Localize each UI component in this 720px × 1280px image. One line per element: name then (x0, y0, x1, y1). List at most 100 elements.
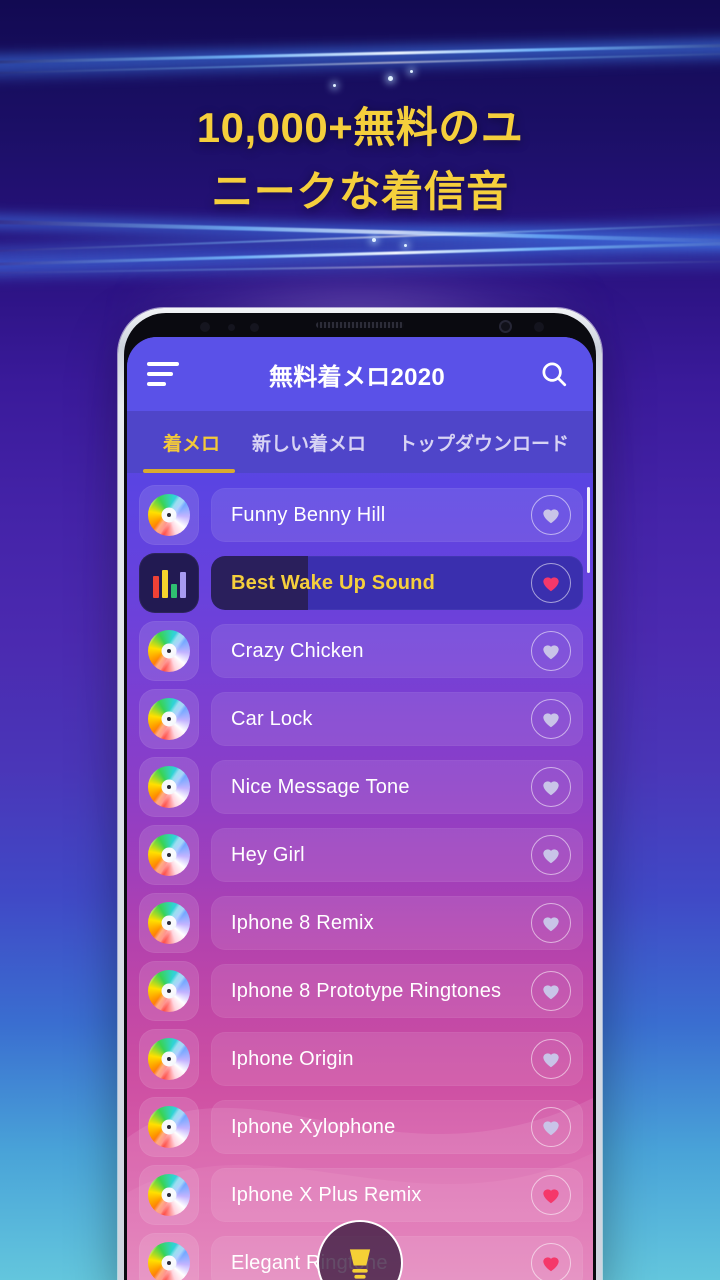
hamburger-bar (147, 362, 179, 366)
ringtone-title: Iphone Xylophone (231, 1115, 396, 1138)
cd-icon[interactable] (139, 689, 199, 749)
favorite-heart-icon[interactable] (531, 495, 571, 535)
cd-icon[interactable] (139, 1165, 199, 1225)
eq-bar (170, 584, 177, 598)
ringtone-pill[interactable]: Crazy Chicken (211, 624, 583, 678)
tab-bar: 着メロ 新しい着メロ トップダウンロード (127, 411, 593, 473)
ringtone-row[interactable]: Funny Benny Hill (127, 481, 593, 549)
cd-shine (148, 698, 190, 740)
heart-icon (543, 1189, 559, 1204)
ringtone-row[interactable]: Iphone X Plus Remix (127, 1161, 593, 1229)
heart-icon (543, 713, 559, 728)
ringtone-row[interactable]: Car Lock (127, 685, 593, 753)
ringtone-pill[interactable]: Best Wake Up Sound (211, 556, 583, 610)
favorite-heart-icon[interactable] (531, 631, 571, 671)
ringtone-list[interactable]: Funny Benny Hill Best Wake Up Sound Crazy … (127, 473, 593, 1280)
phone-sensors (124, 313, 596, 337)
ringtone-title: Nice Message Tone (231, 775, 410, 798)
ringtone-title: Iphone 8 Remix (231, 911, 374, 934)
earpiece-speaker (316, 322, 404, 328)
favorite-heart-icon-filled[interactable] (531, 1175, 571, 1215)
cd-icon[interactable] (139, 1233, 199, 1280)
cd-disc (148, 970, 190, 1012)
heart-icon (543, 781, 559, 796)
sparkle (388, 76, 393, 81)
iris-sensor (250, 323, 259, 332)
headline-line-1: 10,000+無料のユ (196, 104, 524, 151)
ringtone-row[interactable]: Iphone Origin (127, 1025, 593, 1093)
ringtone-row[interactable]: Iphone 8 Prototype Ringtones (127, 957, 593, 1025)
ringtone-pill[interactable]: Car Lock (211, 692, 583, 746)
sparkle (372, 238, 376, 242)
cd-icon[interactable] (139, 1097, 199, 1157)
ringtone-pill[interactable]: Nice Message Tone (211, 760, 583, 814)
ringtone-row[interactable]: Hey Girl (127, 821, 593, 889)
sparkle (410, 70, 413, 73)
ringtone-pill[interactable]: Iphone Origin (211, 1032, 583, 1086)
cd-icon[interactable] (139, 485, 199, 545)
ringtone-pill[interactable]: Iphone Xylophone (211, 1100, 583, 1154)
scrollbar-thumb[interactable] (587, 487, 590, 573)
cd-disc (148, 1106, 190, 1148)
cd-shine (148, 902, 190, 944)
favorite-heart-icon[interactable] (531, 699, 571, 739)
favorite-heart-icon-filled[interactable] (531, 1243, 571, 1280)
app-title: 無料着メロ2020 (268, 363, 446, 391)
ringtone-pill[interactable]: Iphone 8 Remix (211, 896, 583, 950)
hamburger-bar (147, 382, 166, 386)
ringtone-row[interactable]: Best Wake Up Sound (127, 549, 593, 617)
ringtone-row[interactable]: Crazy Chicken (127, 617, 593, 685)
cd-icon[interactable] (139, 825, 199, 885)
search-icon[interactable] (535, 359, 573, 389)
cd-icon[interactable] (139, 1029, 199, 1089)
cd-shine (148, 1174, 190, 1216)
cd-icon[interactable] (139, 893, 199, 953)
cd-shine (148, 1038, 190, 1080)
eq-bar (161, 570, 168, 598)
ringtone-pill[interactable]: Iphone 8 Prototype Ringtones (211, 964, 583, 1018)
favorite-heart-icon[interactable] (531, 1039, 571, 1079)
cd-shine (148, 1106, 190, 1148)
equalizer-icon[interactable] (139, 553, 199, 613)
ringtone-title: Iphone X Plus Remix (231, 1183, 422, 1206)
led-indicator (534, 322, 544, 332)
cd-disc (148, 630, 190, 672)
cd-icon[interactable] (139, 961, 199, 1021)
tab-top-downloads[interactable]: トップダウンロード (382, 411, 585, 473)
cd-shine (148, 494, 190, 536)
heart-icon (543, 849, 559, 864)
heart-icon (543, 1121, 559, 1136)
tab-ringtones[interactable]: 着メロ (147, 411, 236, 473)
download-icon (349, 1249, 371, 1279)
ringtone-row[interactable]: Iphone 8 Remix (127, 889, 593, 957)
favorite-heart-icon[interactable] (531, 767, 571, 807)
cd-shine (148, 766, 190, 808)
favorite-heart-icon[interactable] (531, 971, 571, 1011)
favorite-heart-icon-filled[interactable] (531, 563, 571, 603)
favorite-heart-icon[interactable] (531, 903, 571, 943)
heart-icon (543, 917, 559, 932)
cd-icon[interactable] (139, 757, 199, 817)
ringtone-title: Funny Benny Hill (231, 503, 386, 526)
ringtone-row[interactable]: Iphone Xylophone (127, 1093, 593, 1161)
favorite-heart-icon[interactable] (531, 835, 571, 875)
sparkle (404, 244, 407, 247)
heart-icon (543, 645, 559, 660)
cd-disc (148, 902, 190, 944)
cd-icon[interactable] (139, 621, 199, 681)
equalizer-bars (152, 568, 186, 598)
headline-line-2: ニークな着信音 (211, 168, 509, 215)
favorite-heart-icon[interactable] (531, 1107, 571, 1147)
tab-new-ringtones[interactable]: 新しい着メロ (236, 411, 382, 473)
ringtone-pill[interactable]: Funny Benny Hill (211, 488, 583, 542)
heart-icon (543, 577, 559, 592)
eq-bar (152, 576, 159, 598)
proximity-sensor (200, 322, 210, 332)
cd-disc (148, 698, 190, 740)
ringtone-pill[interactable]: Hey Girl (211, 828, 583, 882)
heart-icon (543, 1257, 559, 1272)
ringtone-pill[interactable]: Iphone X Plus Remix (211, 1168, 583, 1222)
cd-shine (148, 970, 190, 1012)
cd-disc (148, 834, 190, 876)
ringtone-row[interactable]: Nice Message Tone (127, 753, 593, 821)
